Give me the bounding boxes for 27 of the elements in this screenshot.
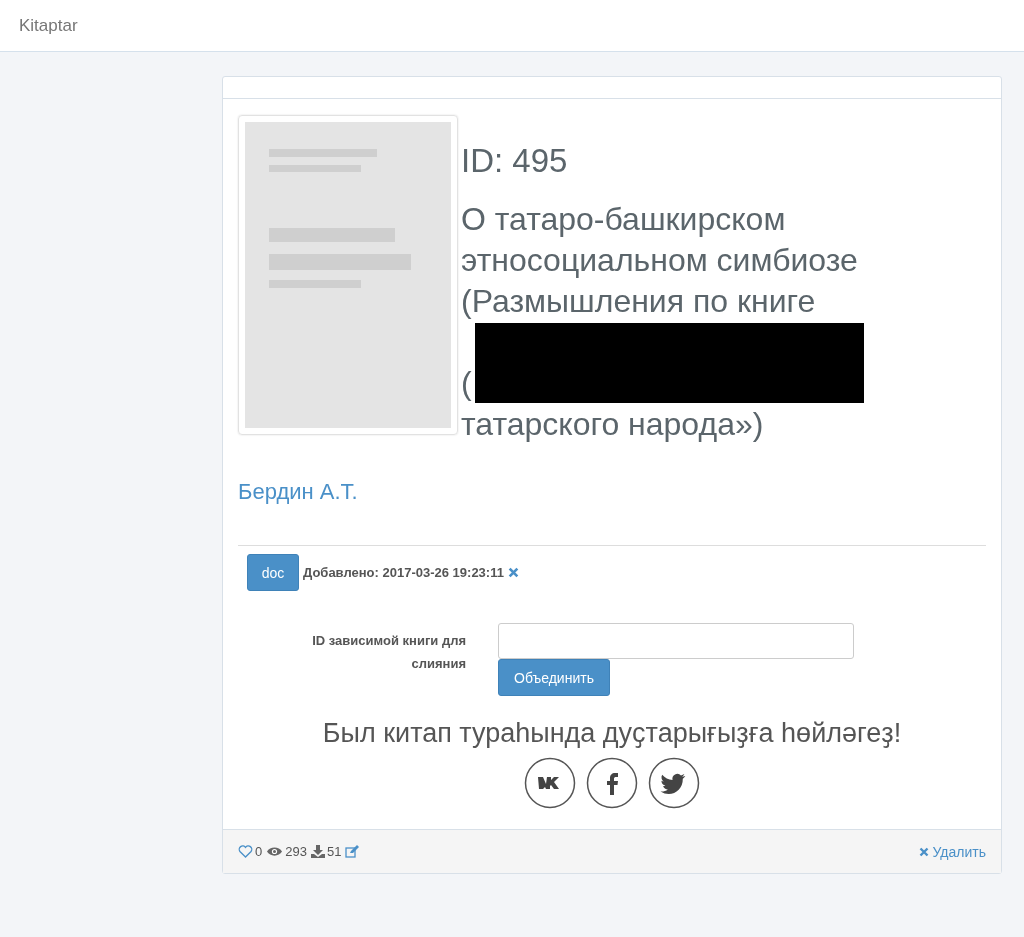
- facebook-share-icon[interactable]: [586, 757, 638, 809]
- close-icon: [918, 846, 929, 857]
- merge-label: ID зависимой книги для слияния: [311, 632, 466, 673]
- twitter-share-icon[interactable]: [648, 757, 700, 809]
- likes-count: 0: [255, 844, 263, 859]
- downloads-count: 51: [326, 844, 342, 859]
- edit-icon[interactable]: [345, 845, 360, 858]
- title-line: О татаро-башкирском: [461, 200, 787, 239]
- delete-link[interactable]: Удалить: [918, 843, 986, 860]
- share-heading: Был китап тураһында дуҫтарығыҙға һөйләгеҙ!: [321, 718, 903, 749]
- title-line: татарского народа»): [461, 405, 765, 444]
- heart-icon[interactable]: [238, 845, 253, 858]
- title-line: этносоциальном симбиозе: [461, 241, 858, 280]
- views-count: 293: [285, 844, 307, 859]
- title-line: (Размышления по книге: [461, 282, 817, 321]
- format-button[interactable]: doc: [247, 554, 299, 591]
- title-line: (: [461, 364, 473, 403]
- book-id: ID: 495: [461, 141, 569, 181]
- remove-icon[interactable]: [507, 567, 519, 578]
- added-date: Добавлено: 2017-03-26 19:23:11: [303, 565, 504, 580]
- download-icon: [310, 845, 325, 858]
- book-id-input[interactable]: [498, 623, 854, 659]
- merge-button[interactable]: Объединить: [498, 659, 610, 696]
- author-link[interactable]: Бердин А.Т.: [238, 479, 358, 505]
- vk-share-icon[interactable]: [524, 757, 576, 809]
- brand-link[interactable]: Kitaptar: [19, 15, 78, 36]
- eye-icon: [266, 846, 284, 857]
